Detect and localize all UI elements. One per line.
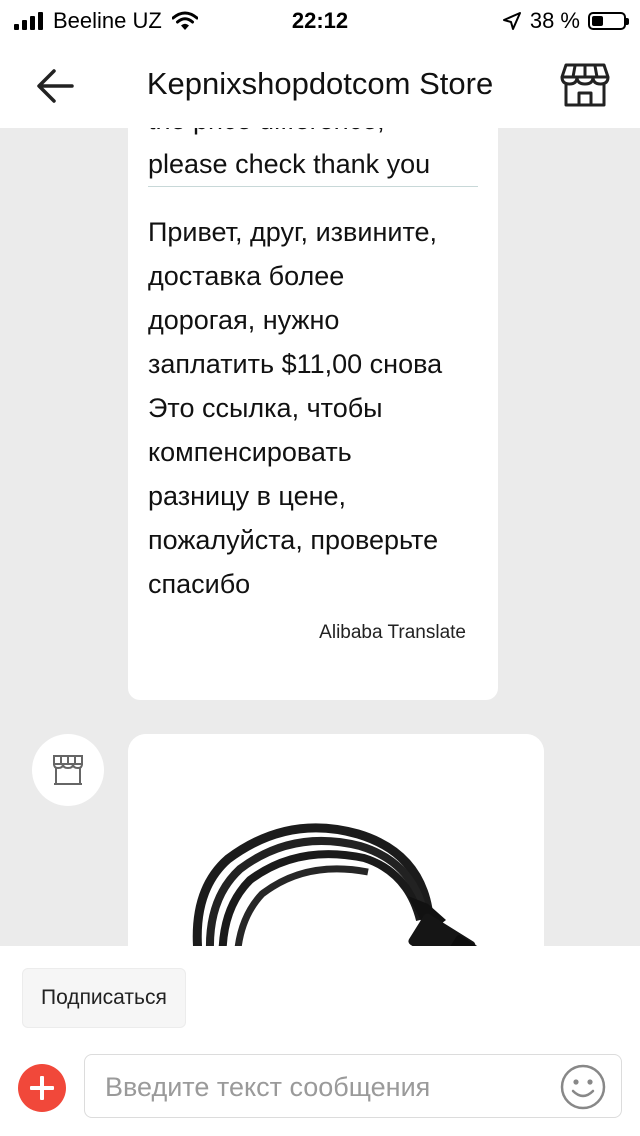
translation-provider: Alibaba Translate [319,622,466,643]
emoji-button[interactable] [559,1063,607,1111]
translated-line: Это ссылка, чтобы [148,393,383,423]
back-button[interactable] [34,64,78,108]
battery-icon [588,12,629,30]
message-input[interactable] [103,1063,547,1111]
translated-message: Привет, друг, извините, доставка более д… [148,210,483,606]
product-image-message[interactable] [128,734,544,946]
original-line: please check thank you [148,149,431,179]
subscribe-button[interactable]: Подписаться [22,968,186,1028]
composer-area: Подписаться [0,946,640,1136]
message-bubble: the price difference, please check thank… [128,128,498,700]
storefront-icon [560,63,610,107]
translated-line: доставка более [148,261,345,291]
battery-level [592,16,603,26]
store-button[interactable] [560,62,610,108]
chat-area[interactable]: the price difference, please check thank… [0,128,640,946]
status-bar: Beeline UZ 22:12 38 % [0,0,640,40]
translated-line: разницу в цене, [148,481,347,511]
original-message: the price difference, please check thank… [148,128,478,186]
original-line: the price difference, [148,128,478,142]
translated-line: Привет, друг, извините, [148,217,438,247]
page-title: Kepnixshopdotcom Store [146,66,494,101]
hdmi-cable-image [128,734,544,946]
chat-header: Kepnixshopdotcom Store [0,40,640,128]
translated-line: заплатить $11,00 снова [148,349,443,379]
translated-line: дорогая, нужно [148,305,340,335]
smiley-icon [560,1064,606,1110]
battery-percent: 38 % [529,8,580,33]
location-arrow-icon [502,12,521,30]
store-avatar[interactable] [32,734,104,806]
translated-line: пожалуйста, проверьте [148,525,439,555]
translated-line: спасибо [148,569,251,599]
translated-line: компенсировать [148,437,352,467]
storefront-icon [53,755,83,785]
arrow-left-icon [37,69,74,103]
message-input-box[interactable] [84,1054,622,1118]
status-bar-right: 38 % [502,8,629,34]
plus-icon[interactable] [18,1064,66,1112]
translation-divider [148,186,478,187]
